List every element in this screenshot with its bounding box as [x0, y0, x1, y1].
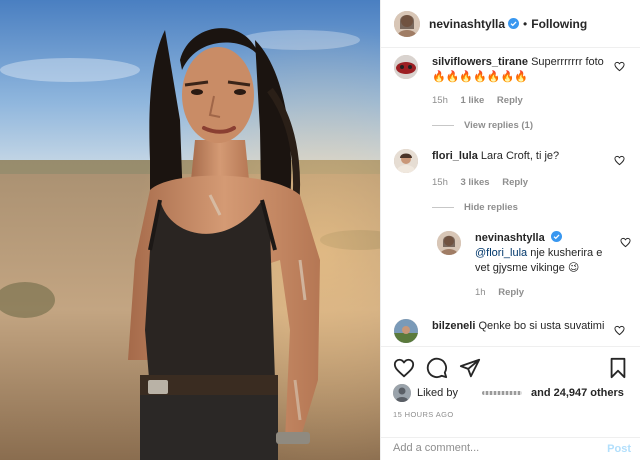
comment-text: Lara Croft, ti je?	[480, 150, 560, 162]
comment-likes[interactable]: 3 likes	[461, 177, 490, 188]
reply-button[interactable]: Reply	[497, 95, 523, 106]
reply-button[interactable]: Reply	[498, 287, 524, 298]
liked-by-label: Liked by	[417, 387, 458, 399]
post-actions: Liked by and 24,947 others 15 HOURS AGO …	[381, 346, 640, 460]
comment-body: silviflowers_tirane Superrrrrrr foto 🔥🔥🔥…	[432, 55, 612, 85]
avatar[interactable]	[437, 231, 461, 255]
following-button[interactable]: Following	[531, 17, 587, 31]
thread-line	[432, 207, 454, 208]
mention-link[interactable]: @flori_lula	[475, 247, 527, 259]
comment-time: 15h	[432, 95, 448, 106]
add-comment-bar: Post	[381, 437, 640, 460]
likes-summary: Liked by and 24,947 others	[393, 384, 624, 402]
thread-line	[432, 125, 454, 126]
hide-replies-button[interactable]: Hide replies	[432, 202, 518, 213]
liker-username-blurred[interactable]	[481, 391, 522, 395]
liker-avatar[interactable]	[393, 384, 411, 402]
like-comment-heart-icon[interactable]	[614, 155, 625, 166]
avatar[interactable]	[394, 319, 418, 343]
avatar[interactable]	[394, 10, 420, 37]
like-comment-heart-icon[interactable]	[614, 61, 625, 72]
post-comment-button[interactable]: Post	[607, 443, 631, 455]
like-comment-heart-icon[interactable]	[614, 325, 625, 336]
comment-meta: 15h 3 likes Reply	[432, 177, 538, 188]
reply-button[interactable]: Reply	[502, 177, 528, 188]
comment-icon[interactable]	[426, 357, 448, 379]
comment-time: 1h	[475, 287, 486, 298]
comment-username[interactable]: nevinashtylla	[475, 232, 545, 244]
heart-icon[interactable]	[393, 357, 415, 379]
share-icon[interactable]	[459, 357, 481, 379]
like-comment-heart-icon[interactable]	[620, 237, 631, 248]
avatar[interactable]	[394, 149, 418, 173]
comment-username[interactable]: bilzeneli	[432, 320, 475, 332]
post-header: nevinashtylla • Following	[381, 0, 640, 48]
author-username[interactable]: nevinashtylla	[429, 17, 505, 31]
post-timestamp[interactable]: 15 HOURS AGO	[393, 410, 454, 419]
comment-meta: 1h Reply	[475, 287, 534, 298]
likes-count[interactable]: and 24,947 others	[531, 387, 624, 399]
comment-likes[interactable]: 1 like	[461, 95, 485, 106]
comment-username[interactable]: silviflowers_tirane	[432, 56, 528, 68]
verified-icon	[508, 18, 520, 29]
verified-icon	[550, 231, 562, 242]
comment-meta: 15h 1 like Reply	[432, 95, 533, 106]
comments-list[interactable]: silviflowers_tirane Superrrrrrr foto 🔥🔥🔥…	[381, 48, 640, 346]
comment-body: bilzeneli Qenke bo si usta suvatimi	[432, 319, 612, 334]
post-sidebar: nevinashtylla • Following silviflowers_t…	[380, 0, 640, 460]
view-replies-button[interactable]: View replies (1)	[432, 120, 533, 131]
thread-label: View replies (1)	[464, 120, 533, 131]
add-comment-input[interactable]	[393, 442, 583, 454]
comment-username[interactable]: flori_lula	[432, 150, 478, 162]
bookmark-icon[interactable]	[607, 357, 629, 379]
action-icons	[393, 357, 629, 381]
post-image	[0, 0, 380, 460]
post-photo[interactable]	[0, 0, 380, 460]
comment-time: 15h	[432, 177, 448, 188]
thread-label: Hide replies	[464, 202, 518, 213]
comment-body: nevinashtylla @flori_lula nje kusherira …	[475, 231, 613, 276]
avatar[interactable]	[394, 55, 418, 79]
separator-dot: •	[523, 16, 528, 31]
comment-text: Qenke bo si usta suvatimi	[478, 320, 605, 332]
comment-body: flori_lula Lara Croft, ti je?	[432, 149, 612, 164]
